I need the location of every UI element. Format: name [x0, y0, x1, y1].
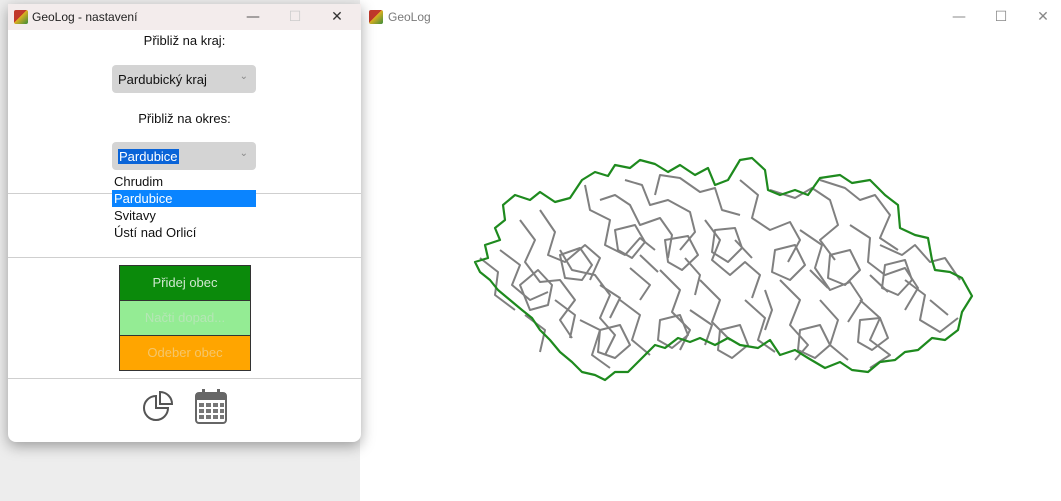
close-button[interactable]: ✕ — [1028, 5, 1058, 29]
maximize-button[interactable]: ☐ — [986, 5, 1016, 29]
chevron-down-icon: ⌄ — [239, 71, 248, 82]
district-option-pardubice[interactable]: Pardubice — [112, 190, 256, 207]
maximize-button[interactable]: ☐ — [280, 5, 310, 29]
district-option-usti-nad-orlici[interactable]: Ústí nad Orlicí — [112, 224, 256, 241]
divider — [8, 257, 361, 258]
region-combobox-value: Pardubický kraj — [118, 72, 207, 87]
municipality-boundaries[interactable] — [479, 174, 961, 369]
load-impact-button[interactable]: Načti dopad... — [119, 300, 251, 336]
district-combobox-value: Pardubice — [118, 149, 179, 164]
minimize-button[interactable]: — — [944, 5, 974, 29]
district-option-chrudim[interactable]: Chrudim — [112, 173, 256, 190]
chevron-down-icon: ⌄ — [239, 148, 248, 159]
close-button[interactable]: ✕ — [322, 5, 352, 29]
geolog-app-icon — [14, 10, 28, 24]
minimize-button[interactable]: — — [238, 5, 268, 29]
district-label: Přibliž na okres: — [138, 111, 231, 126]
main-window-title: GeoLog — [388, 10, 431, 24]
settings-window: GeoLog - nastavení — ☐ ✕ Přibliž na kraj… — [8, 4, 361, 442]
region-label: Přibliž na kraj: — [143, 33, 226, 48]
pie-chart-icon[interactable] — [142, 388, 176, 422]
settings-window-title: GeoLog - nastavení — [32, 10, 138, 24]
add-municipality-button[interactable]: Přidej obec — [119, 265, 251, 301]
main-window: GeoLog — ☐ ✕ — [360, 0, 1061, 501]
geolog-app-icon — [369, 10, 383, 24]
district-combobox[interactable]: Pardubice ⌄ — [112, 142, 256, 170]
region-combobox[interactable]: Pardubický kraj ⌄ — [112, 65, 256, 93]
settings-titlebar: GeoLog - nastavení — ☐ ✕ — [8, 4, 361, 30]
district-dropdown-list[interactable]: Chrudim Pardubice Svitavy Ústí nad Orlic… — [112, 173, 256, 241]
calendar-icon[interactable] — [193, 388, 229, 426]
divider — [8, 378, 361, 379]
region-map[interactable] — [360, 34, 1061, 501]
main-titlebar: GeoLog — ☐ ✕ — [360, 0, 1061, 34]
district-option-svitavy[interactable]: Svitavy — [112, 207, 256, 224]
remove-municipality-button[interactable]: Odeber obec — [119, 335, 251, 371]
